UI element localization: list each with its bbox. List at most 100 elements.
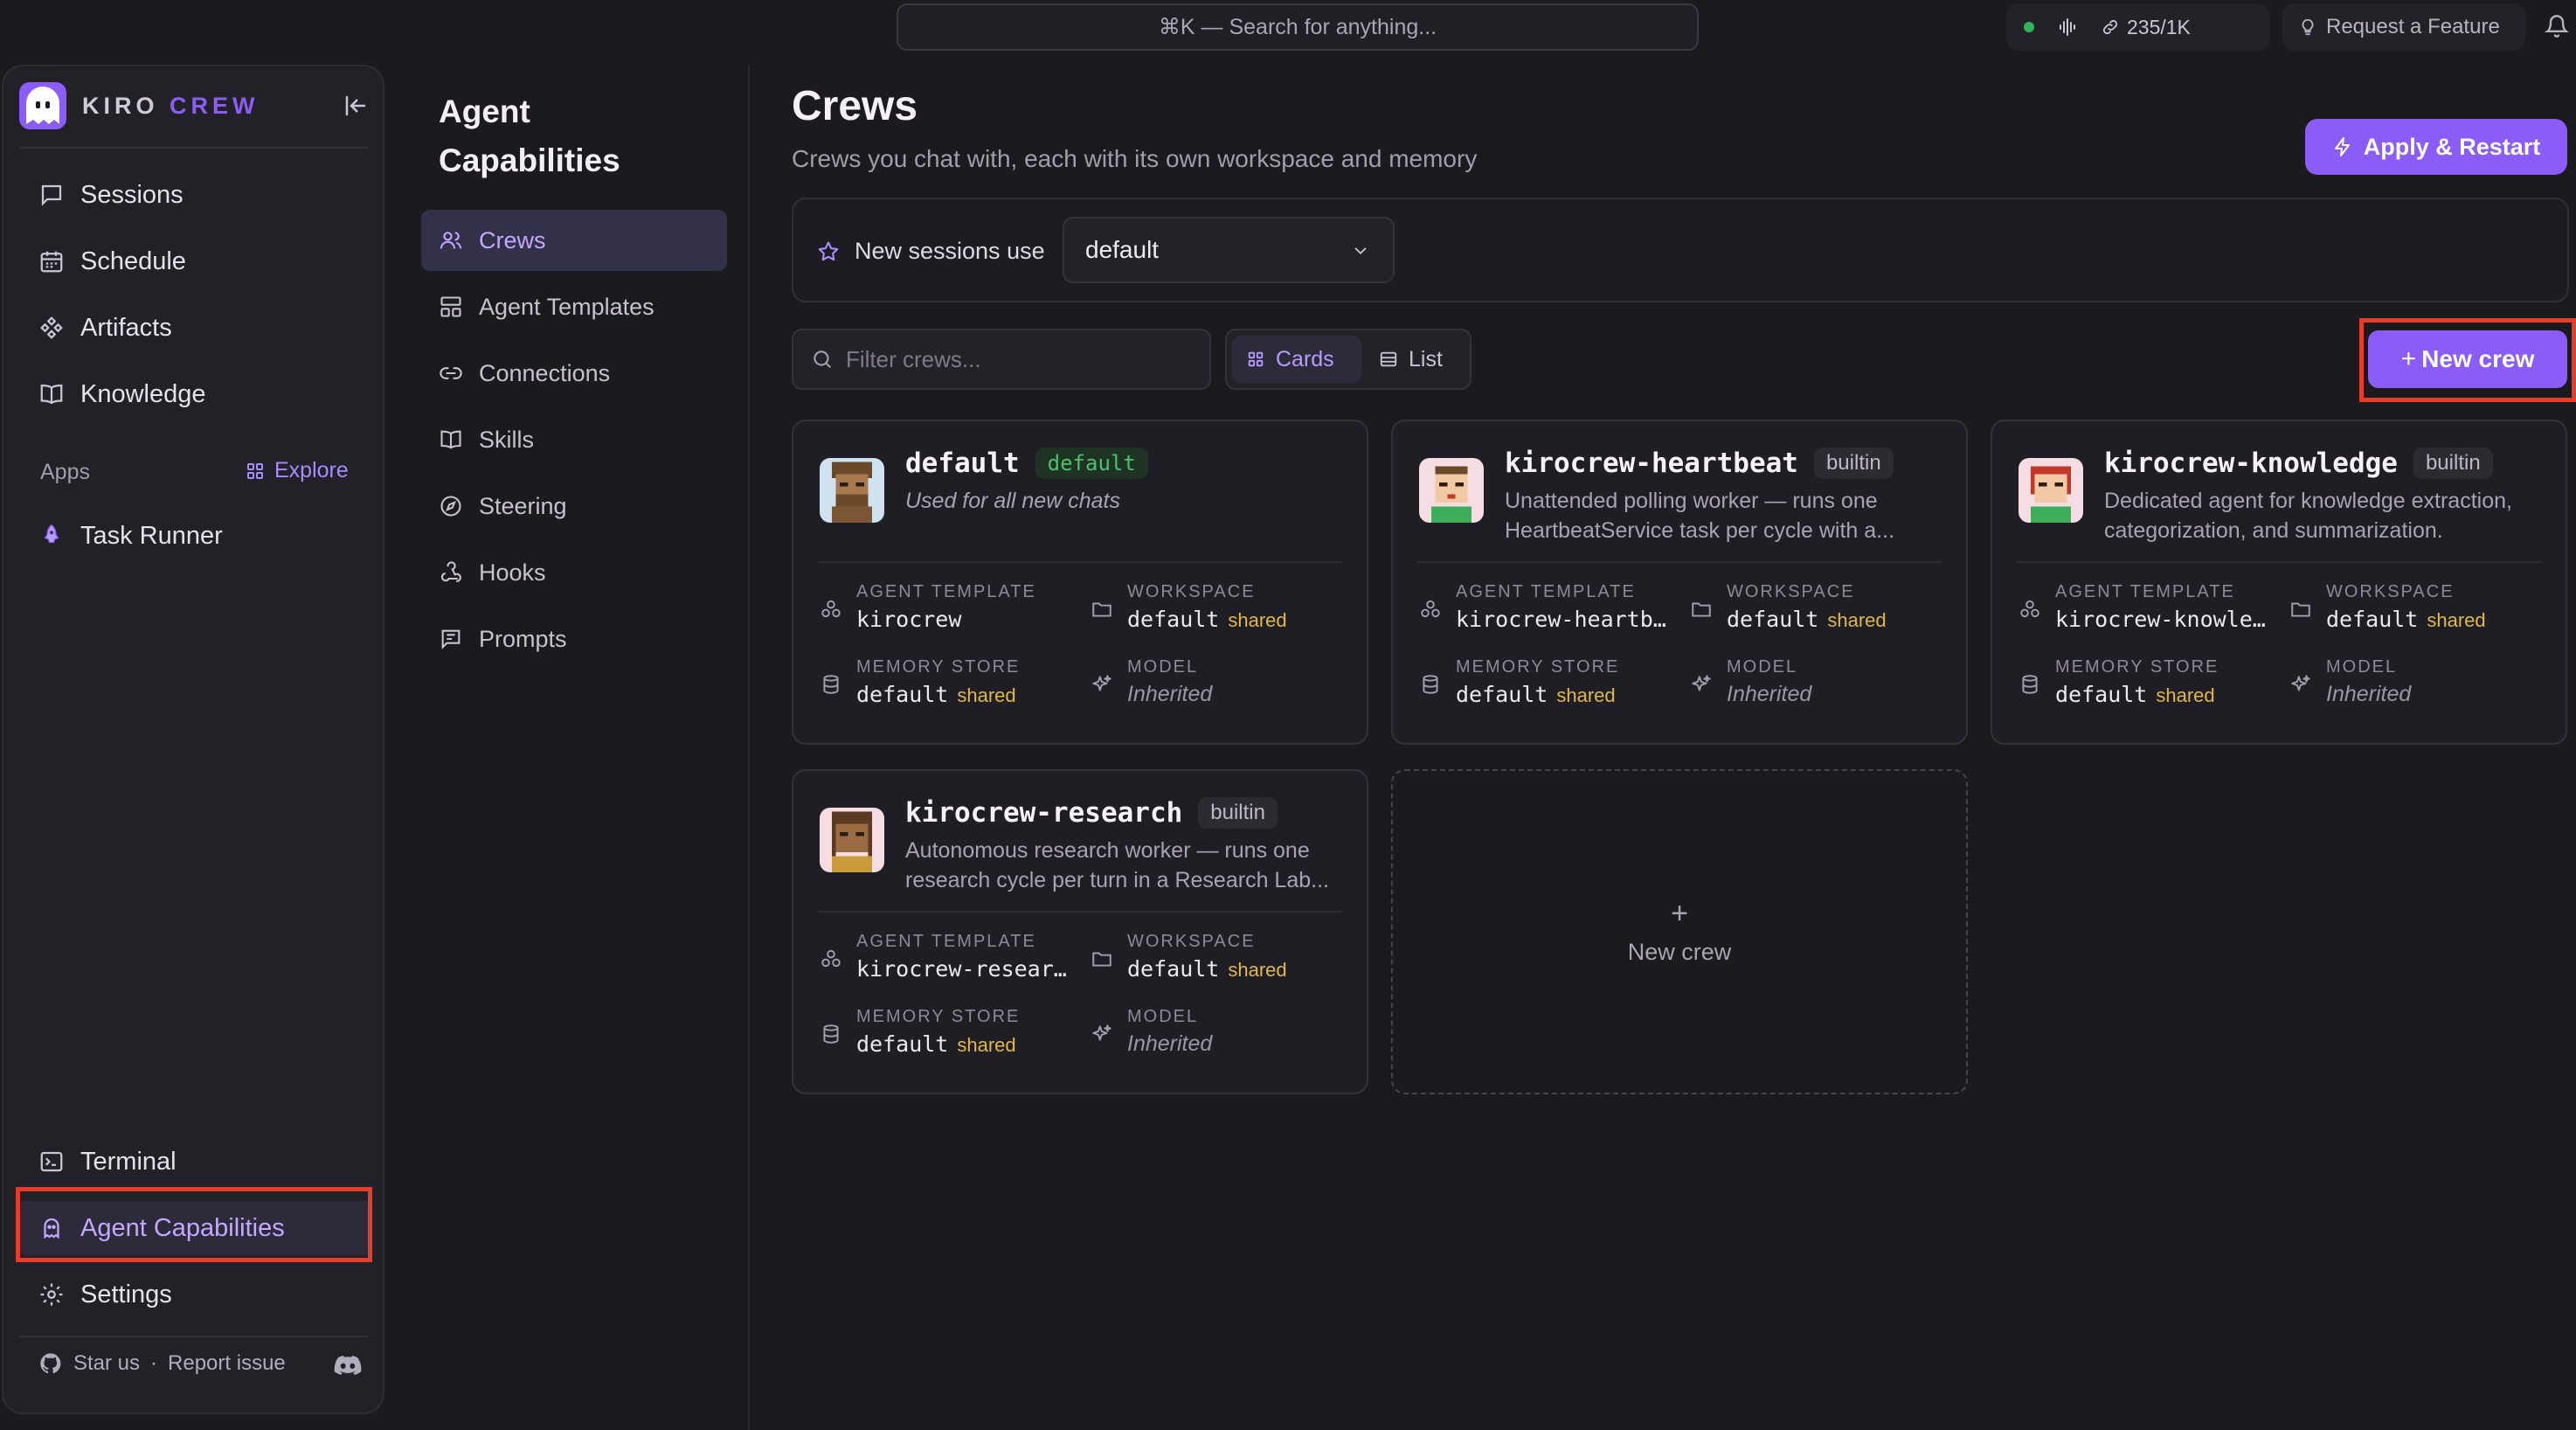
default-crew-select[interactable]: default (1063, 217, 1395, 283)
sidebar-divider (19, 147, 369, 149)
sidebar-item-label: Settings (80, 1280, 172, 1309)
artifacts-icon (38, 315, 65, 341)
discord-icon[interactable] (334, 1353, 362, 1378)
field-label: AGENT TEMPLATE (856, 582, 1036, 601)
crew-avatar (820, 458, 884, 523)
crew-name: kirocrew-knowledge (2104, 448, 2398, 479)
capabilities-title-line: Capabilities (439, 142, 620, 178)
view-cards-label: Cards (1276, 346, 1334, 371)
database-icon (2019, 673, 2041, 696)
users-icon (439, 228, 463, 253)
field-label: WORKSPACE (1727, 582, 1855, 601)
new-crew-card[interactable]: + New crew (1391, 769, 1968, 1094)
sidebar-item-knowledge[interactable]: Knowledge (19, 367, 370, 421)
cap-nav-agent-templates[interactable]: Agent Templates (421, 276, 727, 337)
folder-icon (2289, 598, 2312, 621)
brand-logo[interactable]: KIRO CREW (17, 80, 260, 131)
view-list-button[interactable]: List (1365, 336, 1468, 383)
cap-nav-prompts[interactable]: Prompts (421, 608, 727, 670)
cap-nav-skills[interactable]: Skills (421, 409, 727, 470)
new-sessions-panel: New sessions use default (792, 198, 2569, 302)
sidebar-item-artifacts[interactable]: Artifacts (19, 301, 370, 355)
sparkles-icon (1091, 673, 1113, 696)
view-toggle: Cards List (1225, 329, 1472, 390)
request-feature-label: Request a Feature (2326, 15, 2500, 38)
crew-name: kirocrew-heartbeat (1505, 448, 1798, 479)
compass-icon (439, 494, 463, 518)
view-cards-button[interactable]: Cards (1232, 336, 1361, 383)
field-value: Inherited (2326, 682, 2412, 706)
sparkles-icon (2289, 673, 2312, 696)
rocket-icon (38, 523, 65, 549)
sidebar-item-sessions[interactable]: Sessions (19, 168, 370, 222)
cap-nav-label: Hooks (479, 559, 546, 586)
cap-nav-label: Prompts (479, 625, 567, 652)
crew-card-kirocrew-knowledge[interactable]: kirocrew-knowledge builtin Dedicated age… (1991, 420, 2567, 745)
sidebar-item-settings[interactable]: Settings (19, 1267, 370, 1322)
status-pill[interactable]: 235/1K (2006, 3, 2270, 51)
cap-nav-steering[interactable]: Steering (421, 476, 727, 537)
sidebar-item-label: Terminal (80, 1147, 177, 1176)
crew-card-default[interactable]: default default Used for all new chats A… (792, 420, 1368, 745)
search-icon (811, 348, 834, 371)
field-label: WORKSPACE (1127, 932, 1256, 951)
sidebar-item-task-runner[interactable]: Task Runner (19, 509, 370, 563)
sidebar-item-label: Task Runner (80, 521, 223, 550)
crew-description: Unattended polling worker — runs one Hea… (1505, 489, 1895, 543)
field-label: MODEL (1127, 1007, 1199, 1026)
new-crew-card-label: New crew (1627, 938, 1732, 965)
sidebar-item-schedule[interactable]: Schedule (19, 234, 370, 288)
crew-card-kirocrew-research[interactable]: kirocrew-research builtin Autonomous res… (792, 769, 1368, 1094)
ghost-icon (38, 1215, 65, 1241)
footer-separator: · (150, 1351, 158, 1375)
list-icon (1379, 350, 1398, 369)
default-crew-value: default (1085, 236, 1160, 263)
shared-tag: shared (2156, 684, 2215, 706)
database-icon (820, 673, 842, 696)
new-sessions-text: New sessions use (855, 238, 1045, 264)
brand-name: KIRO CREW (82, 92, 260, 119)
shared-tag: shared (1556, 684, 1616, 706)
sidebar-item-agent-capabilities[interactable]: Agent Capabilities (19, 1201, 370, 1255)
report-issue-link[interactable]: Report issue (168, 1351, 286, 1376)
field-value: Inherited (1727, 682, 1812, 706)
crew-avatar (820, 808, 884, 872)
sidebar-item-label: Agent Capabilities (80, 1213, 285, 1242)
filter-crews-input[interactable]: Filter crews... (792, 329, 1211, 390)
star-us-link[interactable]: Star us (73, 1351, 140, 1376)
shared-tag: shared (2427, 609, 2486, 631)
kiro-ghost-logo-icon (17, 80, 68, 131)
bell-icon[interactable] (2545, 14, 2569, 38)
chevron-down-icon (1351, 241, 1370, 260)
collapse-sidebar-icon[interactable] (343, 93, 369, 119)
crew-badge: builtin (1813, 448, 1894, 479)
crew-description: Used for all new chats (905, 489, 1120, 513)
cap-nav-crews[interactable]: Crews (421, 210, 727, 271)
field-value: default shared (1127, 956, 1287, 982)
sidebar-divider (19, 1336, 369, 1337)
template-icon (2019, 598, 2041, 621)
waveform-icon[interactable] (2057, 17, 2078, 38)
crew-badge: default (1035, 448, 1148, 479)
apply-restart-button[interactable]: Apply & Restart (2305, 119, 2567, 175)
sidebar-item-terminal[interactable]: Terminal (19, 1135, 370, 1189)
plus-icon: + (1671, 896, 1688, 930)
field-value: default shared (2055, 682, 2215, 707)
new-sessions-label: New sessions use (816, 238, 1045, 265)
field-label: WORKSPACE (1127, 582, 1256, 601)
crew-card-kirocrew-heartbeat[interactable]: kirocrew-heartbeat builtin Unattended po… (1391, 420, 1968, 745)
explore-label: Explore (274, 458, 349, 482)
github-icon[interactable] (38, 1351, 63, 1376)
explore-apps-link[interactable]: Explore (245, 458, 349, 483)
request-feature-button[interactable]: Request a Feature (2282, 3, 2525, 51)
folder-icon (1690, 598, 1713, 621)
cap-nav-hooks[interactable]: Hooks (421, 542, 727, 603)
card-divider (2017, 561, 2541, 563)
usage-counter[interactable]: 235/1K (2101, 16, 2191, 39)
cap-nav-connections[interactable]: Connections (421, 343, 727, 404)
field-value: kirocrew-heartb… (1456, 607, 1666, 632)
global-search[interactable]: ⌘K — Search for anything... (897, 3, 1699, 51)
new-crew-button[interactable]: + New crew (2368, 330, 2567, 388)
apply-restart-label: Apply & Restart (2363, 133, 2541, 160)
sparkles-icon (1091, 1023, 1113, 1045)
